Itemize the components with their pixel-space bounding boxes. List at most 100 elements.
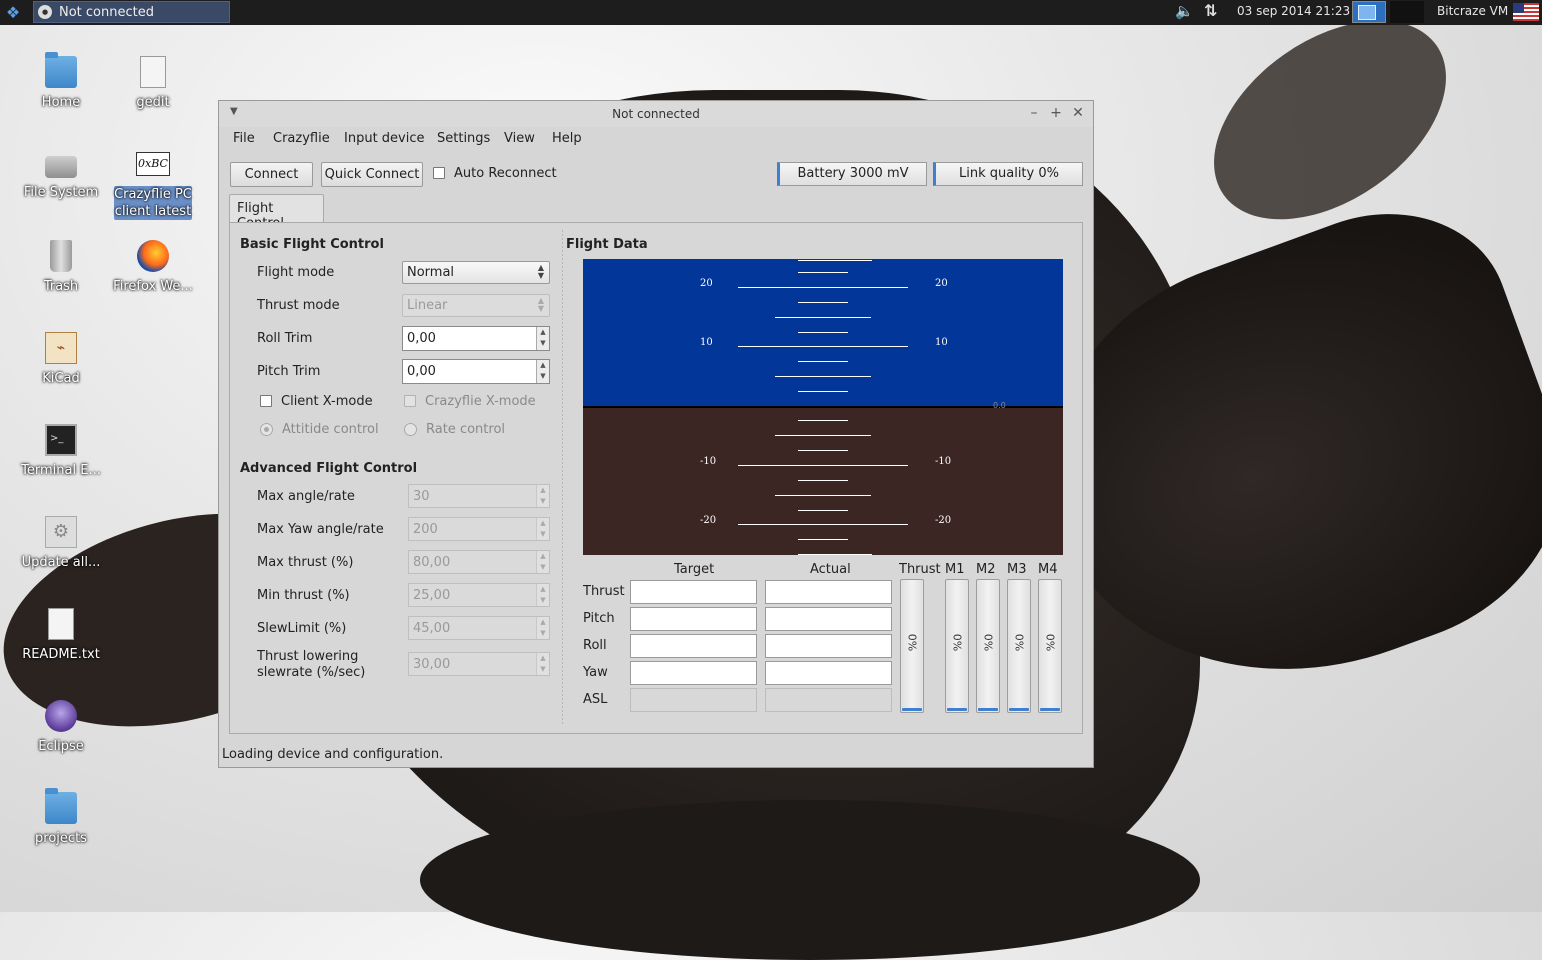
m4-progress-bar: 0% — [1038, 579, 1062, 713]
eclipse-icon — [45, 700, 77, 732]
desktop-icon-firefox[interactable]: Firefox We... — [108, 240, 198, 295]
thrust-lowering-slewrate-spinbox[interactable]: 30,00 ▲ ▼ — [408, 652, 550, 676]
menu-crazyflie[interactable]: Crazyflie — [273, 131, 330, 146]
menu-file[interactable]: File — [233, 131, 255, 146]
thrust-lowering-slewrate-label: Thrust lowering slewrate (%/sec) — [257, 649, 366, 680]
client-xmode-label: Client X-mode — [281, 394, 373, 409]
client-xmode-checkbox[interactable] — [260, 395, 272, 407]
window-titlebar[interactable]: ▼ Not connected – + ✕ — [219, 101, 1093, 127]
workspace-1[interactable] — [1352, 1, 1386, 23]
roll-trim-value: 0,00 — [407, 331, 436, 346]
spin-arrows-icon[interactable]: ▲ ▼ — [536, 584, 549, 606]
thrust-percent: 0% — [905, 633, 919, 652]
yaw-actual-field — [765, 661, 892, 685]
desktop-icon-kicad[interactable]: ⌁ KiCad — [16, 332, 106, 387]
menu-view[interactable]: View — [504, 131, 535, 146]
network-icon[interactable]: ⇅ — [1204, 1, 1217, 20]
max-thrust-value: 80,00 — [413, 555, 451, 570]
pitch-line — [798, 450, 848, 451]
terminal-icon: >_ — [45, 424, 77, 456]
max-yaw-rate-spinbox[interactable]: 200 ▲ ▼ — [408, 517, 550, 541]
pitch-line — [798, 539, 848, 540]
keyboard-layout-flag-icon[interactable] — [1513, 3, 1539, 21]
desktop-icon-gedit[interactable]: gedit — [108, 56, 198, 111]
gear-icon: ⚙ — [45, 516, 77, 548]
auto-reconnect-checkbox[interactable] — [433, 167, 445, 179]
spin-arrows-icon[interactable]: ▲ ▼ — [536, 617, 549, 639]
desktop-icon-trash[interactable]: Trash — [16, 240, 106, 295]
menu-input-device[interactable]: Input device — [344, 131, 425, 146]
menu-help[interactable]: Help — [552, 131, 582, 146]
pitch-trim-spinbox[interactable]: 0,00 ▲ ▼ — [402, 359, 550, 384]
menubar: File Crazyflie Input device Settings Vie… — [219, 127, 1093, 151]
thrust-mode-select[interactable]: Linear ▲ ▼ — [402, 294, 550, 317]
pitch-line — [798, 554, 872, 555]
spin-arrows-icon[interactable]: ▲ ▼ — [536, 485, 549, 507]
spin-arrows-icon[interactable]: ▲ ▼ — [536, 518, 549, 540]
crazyflie-xmode-label: Crazyflie X-mode — [425, 394, 536, 409]
max-angle-rate-spinbox[interactable]: 30 ▲ ▼ — [408, 484, 550, 508]
rate-control-radio[interactable] — [404, 423, 417, 436]
flight-data-title: Flight Data — [566, 237, 648, 252]
slew-limit-spinbox[interactable]: 45,00 ▲ ▼ — [408, 616, 550, 640]
tab-flight-control[interactable]: Flight Control — [229, 194, 324, 231]
pitch-label: -20 — [935, 515, 952, 526]
m1-bar-label: M1 — [945, 562, 965, 577]
pitch-line — [738, 524, 908, 525]
m4-percent: 0% — [1043, 633, 1057, 652]
max-thrust-label: Max thrust (%) — [257, 555, 354, 570]
xfce-menu-icon[interactable]: ❖ — [3, 3, 23, 22]
desktop-icon-readme[interactable]: README.txt — [16, 608, 106, 663]
flight-mode-value: Normal — [407, 265, 455, 280]
minimize-icon[interactable]: – — [1025, 104, 1043, 122]
spin-arrows-icon[interactable]: ▲ ▼ — [536, 653, 549, 675]
quick-connect-button[interactable]: Quick Connect — [321, 162, 423, 187]
pitch-line — [798, 361, 848, 362]
close-icon[interactable]: ✕ — [1069, 104, 1087, 122]
maximize-icon[interactable]: + — [1047, 104, 1065, 122]
flight-mode-select[interactable]: Normal ▲ ▼ — [402, 261, 550, 284]
roll-trim-spinbox[interactable]: 0,00 ▲ ▼ — [402, 326, 550, 351]
max-angle-rate-label: Max angle/rate — [257, 489, 355, 504]
spin-arrows-icon[interactable]: ▲ ▼ — [536, 551, 549, 573]
target-column-header: Target — [674, 562, 715, 577]
volume-icon[interactable]: 🔈 — [1175, 2, 1194, 20]
spin-arrows-icon[interactable]: ▲ ▼ — [536, 360, 549, 383]
thrust-lowering-slewrate-value: 30,00 — [413, 657, 451, 672]
pitch-trim-value: 0,00 — [407, 364, 436, 379]
desktop-icon-file-system[interactable]: File System — [16, 148, 106, 201]
desktop-icon-terminal[interactable]: >_ Terminal E... — [16, 424, 106, 479]
max-yaw-rate-value: 200 — [413, 522, 438, 537]
workspace-2[interactable] — [1390, 1, 1424, 23]
max-thrust-spinbox[interactable]: 80,00 ▲ ▼ — [408, 550, 550, 574]
top-panel: ❖ ● Not connected 🔈 ⇅ 03 sep 2014 21:23 … — [0, 0, 1542, 25]
status-bar-message: Loading device and configuration. — [222, 747, 444, 762]
desktop-icon-eclipse[interactable]: Eclipse — [16, 700, 106, 755]
crazyflie-xmode-checkbox[interactable] — [404, 395, 416, 407]
yaw-target-field — [630, 661, 757, 685]
desktop-icon-crazyflie-client[interactable]: 0xBC Crazyflie PC client latest — [108, 148, 198, 220]
menu-settings[interactable]: Settings — [437, 131, 490, 146]
pitch-label: -10 — [935, 456, 952, 467]
link-quality-indicator: Link quality 0% — [933, 162, 1083, 186]
connect-button[interactable]: Connect — [230, 162, 313, 187]
roll-trim-label: Roll Trim — [257, 331, 313, 346]
user-name[interactable]: Bitcraze VM — [1437, 4, 1508, 18]
attitude-control-radio[interactable] — [260, 423, 273, 436]
desktop-icon-home[interactable]: Home — [16, 52, 106, 111]
window-title: Not connected — [612, 107, 700, 121]
roll-target-field — [630, 634, 757, 658]
trash-icon — [50, 240, 72, 272]
pitch-label: 20 — [700, 278, 713, 289]
desktop-icon-projects[interactable]: projects — [16, 788, 106, 847]
min-thrust-spinbox[interactable]: 25,00 ▲ ▼ — [408, 583, 550, 607]
spin-arrows-icon[interactable]: ▲ ▼ — [536, 327, 549, 350]
desktop-icon-update-all[interactable]: ⚙ Update all... — [16, 516, 106, 571]
taskbar-window-button[interactable]: ● Not connected — [33, 1, 230, 23]
m3-progress-bar: 0% — [1007, 579, 1031, 713]
clock[interactable]: 03 sep 2014 21:23 — [1237, 4, 1350, 18]
flight-mode-label: Flight mode — [257, 265, 335, 280]
pane-splitter[interactable] — [562, 230, 563, 724]
pitch-line — [738, 465, 908, 466]
pitch-line — [798, 272, 848, 273]
